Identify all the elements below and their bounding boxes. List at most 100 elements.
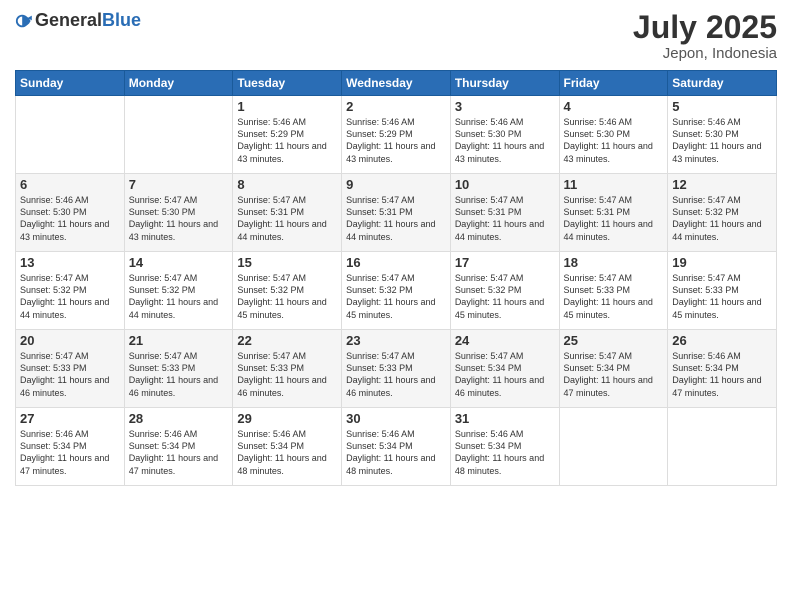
calendar-cell: 23 Sunrise: 5:47 AM Sunset: 5:33 PM Dayli… (342, 330, 451, 408)
day-number: 2 (346, 99, 446, 114)
calendar-week-row: 1 Sunrise: 5:46 AM Sunset: 5:29 PM Daylig… (16, 96, 777, 174)
day-info: Sunrise: 5:47 AM Sunset: 5:32 PM Dayligh… (237, 272, 337, 321)
calendar-cell: 29Sunrise: 5:46 AM Sunset: 5:34 PM Dayli… (233, 408, 342, 486)
day-number: 10 (455, 177, 555, 192)
calendar-cell: 27 Sunrise: 5:46 AM Sunset: 5:34 PM Dayli… (16, 408, 125, 486)
calendar-cell: 1 Sunrise: 5:46 AM Sunset: 5:29 PM Daylig… (233, 96, 342, 174)
day-info: Sunrise: 5:46 AM Sunset: 5:30 PM Dayligh… (455, 116, 555, 165)
day-number: 23 (346, 333, 446, 348)
calendar-cell: 8Sunrise: 5:47 AM Sunset: 5:31 PM Daylig… (233, 174, 342, 252)
calendar-cell: 11Sunrise: 5:47 AM Sunset: 5:31 PM Dayli… (559, 174, 668, 252)
day-number: 17 (455, 255, 555, 270)
calendar-cell: 21 Sunrise: 5:47 AM Sunset: 5:33 PM Dayli… (124, 330, 233, 408)
calendar-cell: 10Sunrise: 5:47 AM Sunset: 5:31 PM Dayli… (450, 174, 559, 252)
header: GeneralBlue July 2025 Jepon, Indonesia (15, 10, 777, 62)
day-info: Sunrise: 5:46 AM Sunset: 5:34 PM Dayligh… (20, 428, 120, 477)
day-info: Sunrise: 5:47 AM Sunset: 5:32 PM Dayligh… (129, 272, 229, 321)
day-info: Sunrise: 5:46 AM Sunset: 5:34 PM Dayligh… (672, 350, 772, 399)
calendar-cell: 16 Sunrise: 5:47 AM Sunset: 5:32 PM Dayli… (342, 252, 451, 330)
calendar-cell (668, 408, 777, 486)
day-info: Sunrise: 5:46 AM Sunset: 5:30 PM Dayligh… (20, 194, 120, 243)
calendar-cell: 30 Sunrise: 5:46 AM Sunset: 5:34 PM Dayli… (342, 408, 451, 486)
weekday-header: Tuesday (233, 71, 342, 96)
day-info: Sunrise: 5:47 AM Sunset: 5:33 PM Dayligh… (672, 272, 772, 321)
calendar-header-row: SundayMondayTuesdayWednesdayThursdayFrid… (16, 71, 777, 96)
calendar-cell: 13Sunrise: 5:47 AM Sunset: 5:32 PM Dayli… (16, 252, 125, 330)
logo-general: General (35, 10, 102, 30)
day-info: Sunrise: 5:47 AM Sunset: 5:34 PM Dayligh… (564, 350, 664, 399)
day-number: 27 (20, 411, 120, 426)
day-info: Sunrise: 5:47 AM Sunset: 5:34 PM Dayligh… (455, 350, 555, 399)
day-info: Sunrise: 5:47 AM Sunset: 5:32 PM Dayligh… (672, 194, 772, 243)
calendar-cell: 24 Sunrise: 5:47 AM Sunset: 5:34 PM Dayli… (450, 330, 559, 408)
calendar-table: SundayMondayTuesdayWednesdayThursdayFrid… (15, 70, 777, 486)
calendar-cell: 15 Sunrise: 5:47 AM Sunset: 5:32 PM Dayli… (233, 252, 342, 330)
day-info: Sunrise: 5:47 AM Sunset: 5:30 PM Dayligh… (129, 194, 229, 243)
day-info: Sunrise: 5:47 AM Sunset: 5:33 PM Dayligh… (237, 350, 337, 399)
day-number: 29 (237, 411, 337, 426)
day-info: Sunrise: 5:46 AM Sunset: 5:30 PM Dayligh… (672, 116, 772, 165)
calendar-cell (124, 96, 233, 174)
day-number: 5 (672, 99, 772, 114)
day-info: Sunrise: 5:46 AM Sunset: 5:34 PM Dayligh… (455, 428, 555, 477)
calendar-cell: 18Sunrise: 5:47 AM Sunset: 5:33 PM Dayli… (559, 252, 668, 330)
calendar-cell: 7 Sunrise: 5:47 AM Sunset: 5:30 PM Daylig… (124, 174, 233, 252)
calendar-cell: 5 Sunrise: 5:46 AM Sunset: 5:30 PM Daylig… (668, 96, 777, 174)
calendar-cell: 17 Sunrise: 5:47 AM Sunset: 5:32 PM Dayli… (450, 252, 559, 330)
weekday-header: Thursday (450, 71, 559, 96)
day-info: Sunrise: 5:46 AM Sunset: 5:29 PM Dayligh… (346, 116, 446, 165)
day-number: 9 (346, 177, 446, 192)
title-block: July 2025 Jepon, Indonesia (633, 10, 777, 62)
weekday-header: Saturday (668, 71, 777, 96)
calendar-title: July 2025 (633, 10, 777, 45)
day-number: 19 (672, 255, 772, 270)
calendar-week-row: 13Sunrise: 5:47 AM Sunset: 5:32 PM Dayli… (16, 252, 777, 330)
day-number: 14 (129, 255, 229, 270)
calendar-cell: 9Sunrise: 5:47 AM Sunset: 5:31 PM Daylig… (342, 174, 451, 252)
page: GeneralBlue July 2025 Jepon, Indonesia S… (0, 0, 792, 612)
day-number: 1 (237, 99, 337, 114)
calendar-cell: 22Sunrise: 5:47 AM Sunset: 5:33 PM Dayli… (233, 330, 342, 408)
calendar-cell: 26 Sunrise: 5:46 AM Sunset: 5:34 PM Dayli… (668, 330, 777, 408)
day-number: 25 (564, 333, 664, 348)
day-number: 7 (129, 177, 229, 192)
day-info: Sunrise: 5:47 AM Sunset: 5:31 PM Dayligh… (237, 194, 337, 243)
day-number: 26 (672, 333, 772, 348)
calendar-cell: 2 Sunrise: 5:46 AM Sunset: 5:29 PM Daylig… (342, 96, 451, 174)
day-info: Sunrise: 5:47 AM Sunset: 5:33 PM Dayligh… (346, 350, 446, 399)
day-info: Sunrise: 5:47 AM Sunset: 5:33 PM Dayligh… (564, 272, 664, 321)
calendar-cell: 6Sunrise: 5:46 AM Sunset: 5:30 PM Daylig… (16, 174, 125, 252)
calendar-week-row: 20 Sunrise: 5:47 AM Sunset: 5:33 PM Dayli… (16, 330, 777, 408)
calendar-cell: 3Sunrise: 5:46 AM Sunset: 5:30 PM Daylig… (450, 96, 559, 174)
calendar-cell: 25 Sunrise: 5:47 AM Sunset: 5:34 PM Dayli… (559, 330, 668, 408)
weekday-header: Wednesday (342, 71, 451, 96)
day-number: 31 (455, 411, 555, 426)
day-info: Sunrise: 5:47 AM Sunset: 5:32 PM Dayligh… (346, 272, 446, 321)
calendar-cell: 19 Sunrise: 5:47 AM Sunset: 5:33 PM Dayli… (668, 252, 777, 330)
day-number: 28 (129, 411, 229, 426)
calendar-week-row: 27 Sunrise: 5:46 AM Sunset: 5:34 PM Dayli… (16, 408, 777, 486)
day-number: 20 (20, 333, 120, 348)
day-number: 16 (346, 255, 446, 270)
calendar-cell (16, 96, 125, 174)
day-info: Sunrise: 5:47 AM Sunset: 5:33 PM Dayligh… (129, 350, 229, 399)
weekday-header: Friday (559, 71, 668, 96)
calendar-cell: 20Sunrise: 5:47 AM Sunset: 5:33 PM Dayli… (16, 330, 125, 408)
day-number: 4 (564, 99, 664, 114)
calendar-cell: 31 Sunrise: 5:46 AM Sunset: 5:34 PM Dayli… (450, 408, 559, 486)
day-number: 12 (672, 177, 772, 192)
day-number: 24 (455, 333, 555, 348)
day-info: Sunrise: 5:46 AM Sunset: 5:34 PM Dayligh… (346, 428, 446, 477)
day-number: 11 (564, 177, 664, 192)
day-number: 15 (237, 255, 337, 270)
calendar-week-row: 6Sunrise: 5:46 AM Sunset: 5:30 PM Daylig… (16, 174, 777, 252)
day-info: Sunrise: 5:46 AM Sunset: 5:29 PM Dayligh… (237, 116, 337, 165)
day-info: Sunrise: 5:46 AM Sunset: 5:34 PM Dayligh… (129, 428, 229, 477)
calendar-cell: 28 Sunrise: 5:46 AM Sunset: 5:34 PM Dayli… (124, 408, 233, 486)
day-info: Sunrise: 5:47 AM Sunset: 5:32 PM Dayligh… (455, 272, 555, 321)
day-info: Sunrise: 5:47 AM Sunset: 5:32 PM Dayligh… (20, 272, 120, 321)
day-number: 21 (129, 333, 229, 348)
logo-blue: Blue (102, 10, 141, 30)
day-number: 30 (346, 411, 446, 426)
weekday-header: Sunday (16, 71, 125, 96)
